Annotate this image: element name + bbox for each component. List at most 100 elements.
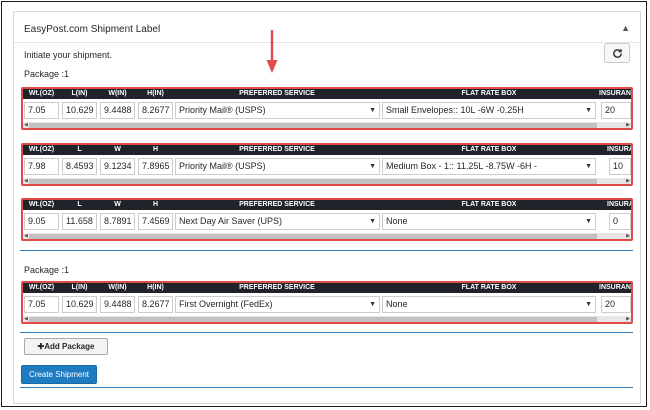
scrollbar-thumb[interactable]	[29, 317, 597, 322]
package-row: Wt.(OZ) L W H PREFERRED SERVICE FLAT RAT…	[21, 143, 633, 186]
horizontal-scrollbar[interactable]: ◀ ▶	[23, 122, 631, 128]
service-select-value: Priority Mail® (USPS)	[179, 161, 266, 171]
length-input[interactable]: 11.658	[62, 213, 97, 230]
scroll-right-icon[interactable]: ▶	[626, 233, 630, 239]
service-select-value: First Overnight (FedEx)	[179, 299, 273, 309]
footer-divider	[20, 387, 633, 388]
header-weight: Wt.(OZ)	[28, 90, 55, 97]
header-width: W(IN)	[108, 284, 127, 291]
scroll-right-icon[interactable]: ▶	[626, 316, 630, 322]
flat-rate-select[interactable]: Medium Box - 1:: 11.25L -8.75W -6H - ▼	[382, 158, 596, 175]
scroll-left-icon[interactable]: ◀	[24, 178, 28, 184]
insurance-input[interactable]: 20	[601, 102, 631, 119]
header-insurance: INSURA	[607, 201, 633, 208]
width-input[interactable]: 9.4488	[100, 296, 135, 313]
scroll-right-icon[interactable]: ▶	[626, 122, 630, 128]
horizontal-scrollbar[interactable]: ◀ ▶	[23, 316, 631, 322]
header-length: L	[77, 201, 82, 208]
width-input[interactable]: 8.7891	[100, 213, 135, 230]
horizontal-scrollbar[interactable]: ◀ ▶	[23, 178, 631, 184]
header-flat-rate: FLAT RATE BOX	[461, 146, 517, 153]
chevron-down-icon: ▼	[585, 218, 592, 225]
service-select[interactable]: Next Day Air Saver (UPS) ▼	[175, 213, 380, 230]
scroll-left-icon[interactable]: ◀	[24, 316, 28, 322]
package-header: Wt.(OZ) L(IN) W(IN) H(IN) PREFERRED SERV…	[23, 89, 631, 99]
header-service: PREFERRED SERVICE	[239, 146, 315, 153]
header-length: L(IN)	[71, 90, 88, 97]
header-length: L	[77, 146, 82, 153]
height-input[interactable]: 8.2677	[138, 102, 173, 119]
package-header: Wt.(OZ) L(IN) W(IN) H(IN) PREFERRED SERV…	[23, 283, 631, 293]
insurance-input[interactable]: 10	[609, 158, 631, 175]
header-height: H(IN)	[147, 284, 164, 291]
height-input[interactable]: 7.4569	[138, 213, 173, 230]
header-weight: Wt.(OZ)	[28, 284, 55, 291]
group-divider	[20, 332, 633, 333]
package-row: Wt.(OZ) L(IN) W(IN) H(IN) PREFERRED SERV…	[21, 87, 633, 130]
header-service: PREFERRED SERVICE	[239, 201, 315, 208]
length-input[interactable]: 10.629	[62, 296, 97, 313]
shipment-label-panel: EasyPost.com Shipment Label ▲ Initiate y…	[13, 11, 641, 404]
group-divider	[20, 250, 633, 251]
height-input[interactable]: 8.2677	[138, 296, 173, 313]
header-flat-rate: FLAT RATE BOX	[461, 90, 517, 97]
scrollbar-thumb[interactable]	[29, 123, 597, 128]
create-shipment-button[interactable]: Create Shipment	[21, 365, 97, 384]
weight-input[interactable]: 9.05	[24, 213, 59, 230]
flat-rate-select[interactable]: None ▼	[382, 213, 596, 230]
length-input[interactable]: 10.629	[62, 102, 97, 119]
scrollbar-thumb[interactable]	[29, 234, 597, 239]
service-select[interactable]: Priority Mail® (USPS) ▼	[175, 158, 380, 175]
chevron-down-icon: ▼	[585, 107, 592, 114]
insurance-input[interactable]: 20	[601, 296, 631, 313]
weight-input[interactable]: 7.05	[24, 296, 59, 313]
service-select-value: Priority Mail® (USPS)	[179, 105, 266, 115]
triangle-up-icon[interactable]: ▲	[621, 23, 630, 33]
header-height: H(IN)	[147, 90, 164, 97]
header-insurance: INSURA	[607, 146, 633, 153]
scrollbar-thumb[interactable]	[29, 179, 597, 184]
flat-rate-select-value: None	[386, 216, 408, 226]
flat-rate-select[interactable]: None ▼	[382, 296, 596, 313]
scroll-left-icon[interactable]: ◀	[24, 233, 28, 239]
package-header: Wt.(OZ) L W H PREFERRED SERVICE FLAT RAT…	[23, 145, 631, 155]
header-width: W(IN)	[108, 90, 127, 97]
refresh-button[interactable]	[604, 43, 630, 63]
length-input[interactable]: 8.4593	[62, 158, 97, 175]
annotation-arrow-icon	[266, 30, 278, 73]
header-service: PREFERRED SERVICE	[239, 90, 315, 97]
weight-input[interactable]: 7.98	[24, 158, 59, 175]
header-insurance: INSURAN	[599, 284, 631, 291]
service-select[interactable]: First Overnight (FedEx) ▼	[175, 296, 380, 313]
header-weight: Wt.(OZ)	[28, 201, 55, 208]
refresh-icon	[612, 48, 622, 58]
header-height: H	[152, 146, 159, 153]
flat-rate-select[interactable]: Small Envelopes:: 10L -6W -0.25H ▼	[382, 102, 596, 119]
width-input[interactable]: 9.1234	[100, 158, 135, 175]
header-flat-rate: FLAT RATE BOX	[461, 284, 517, 291]
scroll-left-icon[interactable]: ◀	[24, 122, 28, 128]
insurance-input[interactable]: 0	[609, 213, 631, 230]
chevron-down-icon: ▼	[585, 163, 592, 170]
panel-title: EasyPost.com Shipment Label	[24, 24, 161, 35]
chevron-down-icon: ▼	[369, 301, 376, 308]
initiate-text: Initiate your shipment.	[24, 50, 113, 60]
screenshot-frame: EasyPost.com Shipment Label ▲ Initiate y…	[1, 1, 647, 407]
header-weight: Wt.(OZ)	[28, 146, 55, 153]
header-service: PREFERRED SERVICE	[239, 284, 315, 291]
package-row: Wt.(OZ) L W H PREFERRED SERVICE FLAT RAT…	[21, 198, 633, 241]
header-height: H	[152, 201, 159, 208]
title-divider	[14, 42, 640, 43]
service-select[interactable]: Priority Mail® (USPS) ▼	[175, 102, 380, 119]
flat-rate-select-value: Small Envelopes:: 10L -6W -0.25H	[386, 105, 524, 115]
add-package-button[interactable]: ✚Add Package	[24, 338, 108, 355]
header-width: W	[114, 201, 121, 208]
horizontal-scrollbar[interactable]: ◀ ▶	[23, 233, 631, 239]
package-group-label: Package :1	[24, 265, 70, 275]
flat-rate-select-value: None	[386, 299, 408, 309]
header-insurance: INSURAN	[599, 90, 631, 97]
height-input[interactable]: 7.8965	[138, 158, 173, 175]
weight-input[interactable]: 7.05	[24, 102, 59, 119]
width-input[interactable]: 9.4488	[100, 102, 135, 119]
scroll-right-icon[interactable]: ▶	[626, 178, 630, 184]
